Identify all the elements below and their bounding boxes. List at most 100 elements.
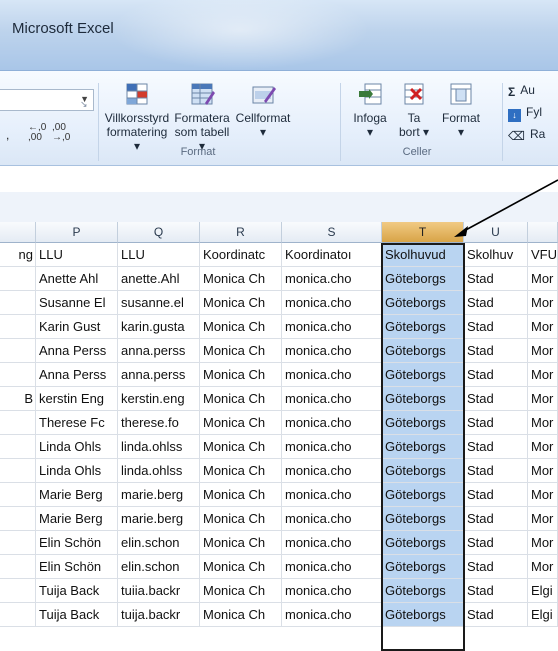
cell-school-head-2[interactable]: Stad bbox=[464, 291, 528, 315]
cell-llu-email[interactable]: elin.schon bbox=[118, 531, 200, 555]
cell-llu-name[interactable]: Linda Ohls bbox=[36, 435, 118, 459]
cell-llu-email[interactable]: tuija.backr bbox=[118, 603, 200, 627]
cell-lead[interactable] bbox=[0, 555, 36, 579]
cell-coordinator-email[interactable]: monica.cho bbox=[282, 531, 382, 555]
cell-lead[interactable] bbox=[0, 459, 36, 483]
cell-school-head[interactable]: Göteborgs bbox=[382, 435, 464, 459]
cell-coordinator-email[interactable]: monica.cho bbox=[282, 267, 382, 291]
cell-coordinator-name[interactable]: Monica Ch bbox=[200, 555, 282, 579]
cell-vfu[interactable]: VFU bbox=[528, 243, 558, 267]
cell-lead[interactable] bbox=[0, 339, 36, 363]
cell-school-head-2[interactable]: Stad bbox=[464, 531, 528, 555]
cell-school-head-2[interactable]: Stad bbox=[464, 579, 528, 603]
cell-lead[interactable]: B bbox=[0, 387, 36, 411]
cell-school-head-2[interactable]: Skolhuv bbox=[464, 243, 528, 267]
cell-coordinator-name[interactable]: Monica Ch bbox=[200, 267, 282, 291]
cell-coordinator-email[interactable]: monica.cho bbox=[282, 411, 382, 435]
cell-coordinator-email[interactable]: monica.cho bbox=[282, 435, 382, 459]
cell-coordinator-email[interactable]: monica.cho bbox=[282, 507, 382, 531]
autosum-button[interactable]: Σ Au bbox=[508, 81, 535, 99]
cell-llu-email[interactable]: marie.berg bbox=[118, 483, 200, 507]
cell-school-head[interactable]: Göteborgs bbox=[382, 339, 464, 363]
cell-coordinator-name[interactable]: Monica Ch bbox=[200, 579, 282, 603]
cell-styles-button[interactable]: Cellformat ▾ bbox=[234, 81, 292, 139]
dialog-launcher-icon[interactable]: ↘ bbox=[80, 99, 88, 110]
cell-llu-name[interactable]: Marie Berg bbox=[36, 507, 118, 531]
cell-school-head[interactable]: Göteborgs bbox=[382, 387, 464, 411]
cell-lead[interactable] bbox=[0, 603, 36, 627]
cell-lead[interactable] bbox=[0, 315, 36, 339]
cell-llu-email[interactable]: linda.ohlss bbox=[118, 435, 200, 459]
cell-llu-name[interactable]: Karin Gust bbox=[36, 315, 118, 339]
cell-coordinator-email[interactable]: monica.cho bbox=[282, 579, 382, 603]
column-header-u[interactable]: U bbox=[464, 222, 528, 243]
cell-lead[interactable] bbox=[0, 267, 36, 291]
cell-llu-name[interactable]: Linda Ohls bbox=[36, 459, 118, 483]
cell-llu-email[interactable]: karin.gusta bbox=[118, 315, 200, 339]
format-as-table-button[interactable]: Formatera som tabell ▾ bbox=[171, 81, 233, 153]
column-header[interactable] bbox=[528, 222, 558, 243]
cell-coordinator-email[interactable]: Koordinatoı bbox=[282, 243, 382, 267]
cell-school-head-2[interactable]: Stad bbox=[464, 363, 528, 387]
format-cells-button[interactable]: Format ▾ bbox=[436, 81, 486, 139]
cell-coordinator-name[interactable]: Monica Ch bbox=[200, 387, 282, 411]
cell-llu-name[interactable]: Therese Fc bbox=[36, 411, 118, 435]
cell-vfu[interactable]: Mor bbox=[528, 267, 558, 291]
cell-llu-email[interactable]: susanne.el bbox=[118, 291, 200, 315]
cell-vfu[interactable]: Mor bbox=[528, 411, 558, 435]
increase-decimals-button[interactable]: ←,0,00 bbox=[28, 123, 46, 143]
cell-school-head[interactable]: Göteborgs bbox=[382, 555, 464, 579]
cell-school-head-2[interactable]: Stad bbox=[464, 315, 528, 339]
cell-vfu[interactable]: Mor bbox=[528, 363, 558, 387]
cell-school-head-2[interactable]: Stad bbox=[464, 555, 528, 579]
cell-vfu[interactable]: Elgi bbox=[528, 603, 558, 627]
clear-button[interactable]: ⌫ Ra bbox=[508, 125, 545, 143]
cell-coordinator-email[interactable]: monica.cho bbox=[282, 459, 382, 483]
comma-style-button[interactable]: , bbox=[6, 128, 9, 142]
decrease-decimals-button[interactable]: ,00 →,0 bbox=[52, 123, 70, 143]
cell-llu-email[interactable]: anna.perss bbox=[118, 363, 200, 387]
cell-llu-email[interactable]: marie.berg bbox=[118, 507, 200, 531]
cell-lead[interactable] bbox=[0, 291, 36, 315]
cell-coordinator-name[interactable]: Monica Ch bbox=[200, 411, 282, 435]
cell-vfu[interactable]: Mor bbox=[528, 435, 558, 459]
cell-llu-email[interactable]: kerstin.eng bbox=[118, 387, 200, 411]
cell-llu-name[interactable]: Anna Perss bbox=[36, 363, 118, 387]
cell-vfu[interactable]: Mor bbox=[528, 291, 558, 315]
cell-coordinator-name[interactable]: Monica Ch bbox=[200, 531, 282, 555]
cell-coordinator-email[interactable]: monica.cho bbox=[282, 555, 382, 579]
cell-vfu[interactable]: Mor bbox=[528, 531, 558, 555]
cell-coordinator-email[interactable]: monica.cho bbox=[282, 339, 382, 363]
cell-school-head[interactable]: Göteborgs bbox=[382, 579, 464, 603]
delete-cells-button[interactable]: Ta bort ▾ bbox=[394, 81, 434, 139]
cell-vfu[interactable]: Mor bbox=[528, 315, 558, 339]
cell-school-head[interactable]: Skolhuvud bbox=[382, 243, 464, 267]
cell-school-head-2[interactable]: Stad bbox=[464, 507, 528, 531]
column-header-r[interactable]: R bbox=[200, 222, 282, 243]
cell-vfu[interactable]: Mor bbox=[528, 459, 558, 483]
conditional-formatting-button[interactable]: Villkorsstyrd formatering ▾ bbox=[104, 81, 170, 153]
column-header[interactable] bbox=[0, 222, 36, 243]
cell-school-head[interactable]: Göteborgs bbox=[382, 531, 464, 555]
cell-llu-email[interactable]: tuiia.backr bbox=[118, 579, 200, 603]
cell-llu-name[interactable]: Anette Ahl bbox=[36, 267, 118, 291]
cell-school-head[interactable]: Göteborgs bbox=[382, 411, 464, 435]
cell-vfu[interactable]: Elgi bbox=[528, 579, 558, 603]
cell-llu-name[interactable]: LLU bbox=[36, 243, 118, 267]
cell-lead[interactable] bbox=[0, 483, 36, 507]
cell-coordinator-name[interactable]: Monica Ch bbox=[200, 291, 282, 315]
cell-coordinator-email[interactable]: monica.cho bbox=[282, 387, 382, 411]
cell-coordinator-email[interactable]: monica.cho bbox=[282, 291, 382, 315]
cell-llu-email[interactable]: linda.ohlss bbox=[118, 459, 200, 483]
column-header-p[interactable]: P bbox=[36, 222, 118, 243]
cell-school-head-2[interactable]: Stad bbox=[464, 603, 528, 627]
cell-school-head-2[interactable]: Stad bbox=[464, 459, 528, 483]
cell-llu-name[interactable]: Elin Schön bbox=[36, 531, 118, 555]
cell-llu-email[interactable]: therese.fo bbox=[118, 411, 200, 435]
cell-school-head[interactable]: Göteborgs bbox=[382, 315, 464, 339]
cell-coordinator-name[interactable]: Monica Ch bbox=[200, 603, 282, 627]
cell-vfu[interactable]: Mor bbox=[528, 507, 558, 531]
cell-lead[interactable] bbox=[0, 507, 36, 531]
cell-school-head-2[interactable]: Stad bbox=[464, 387, 528, 411]
cell-lead[interactable]: ng bbox=[0, 243, 36, 267]
